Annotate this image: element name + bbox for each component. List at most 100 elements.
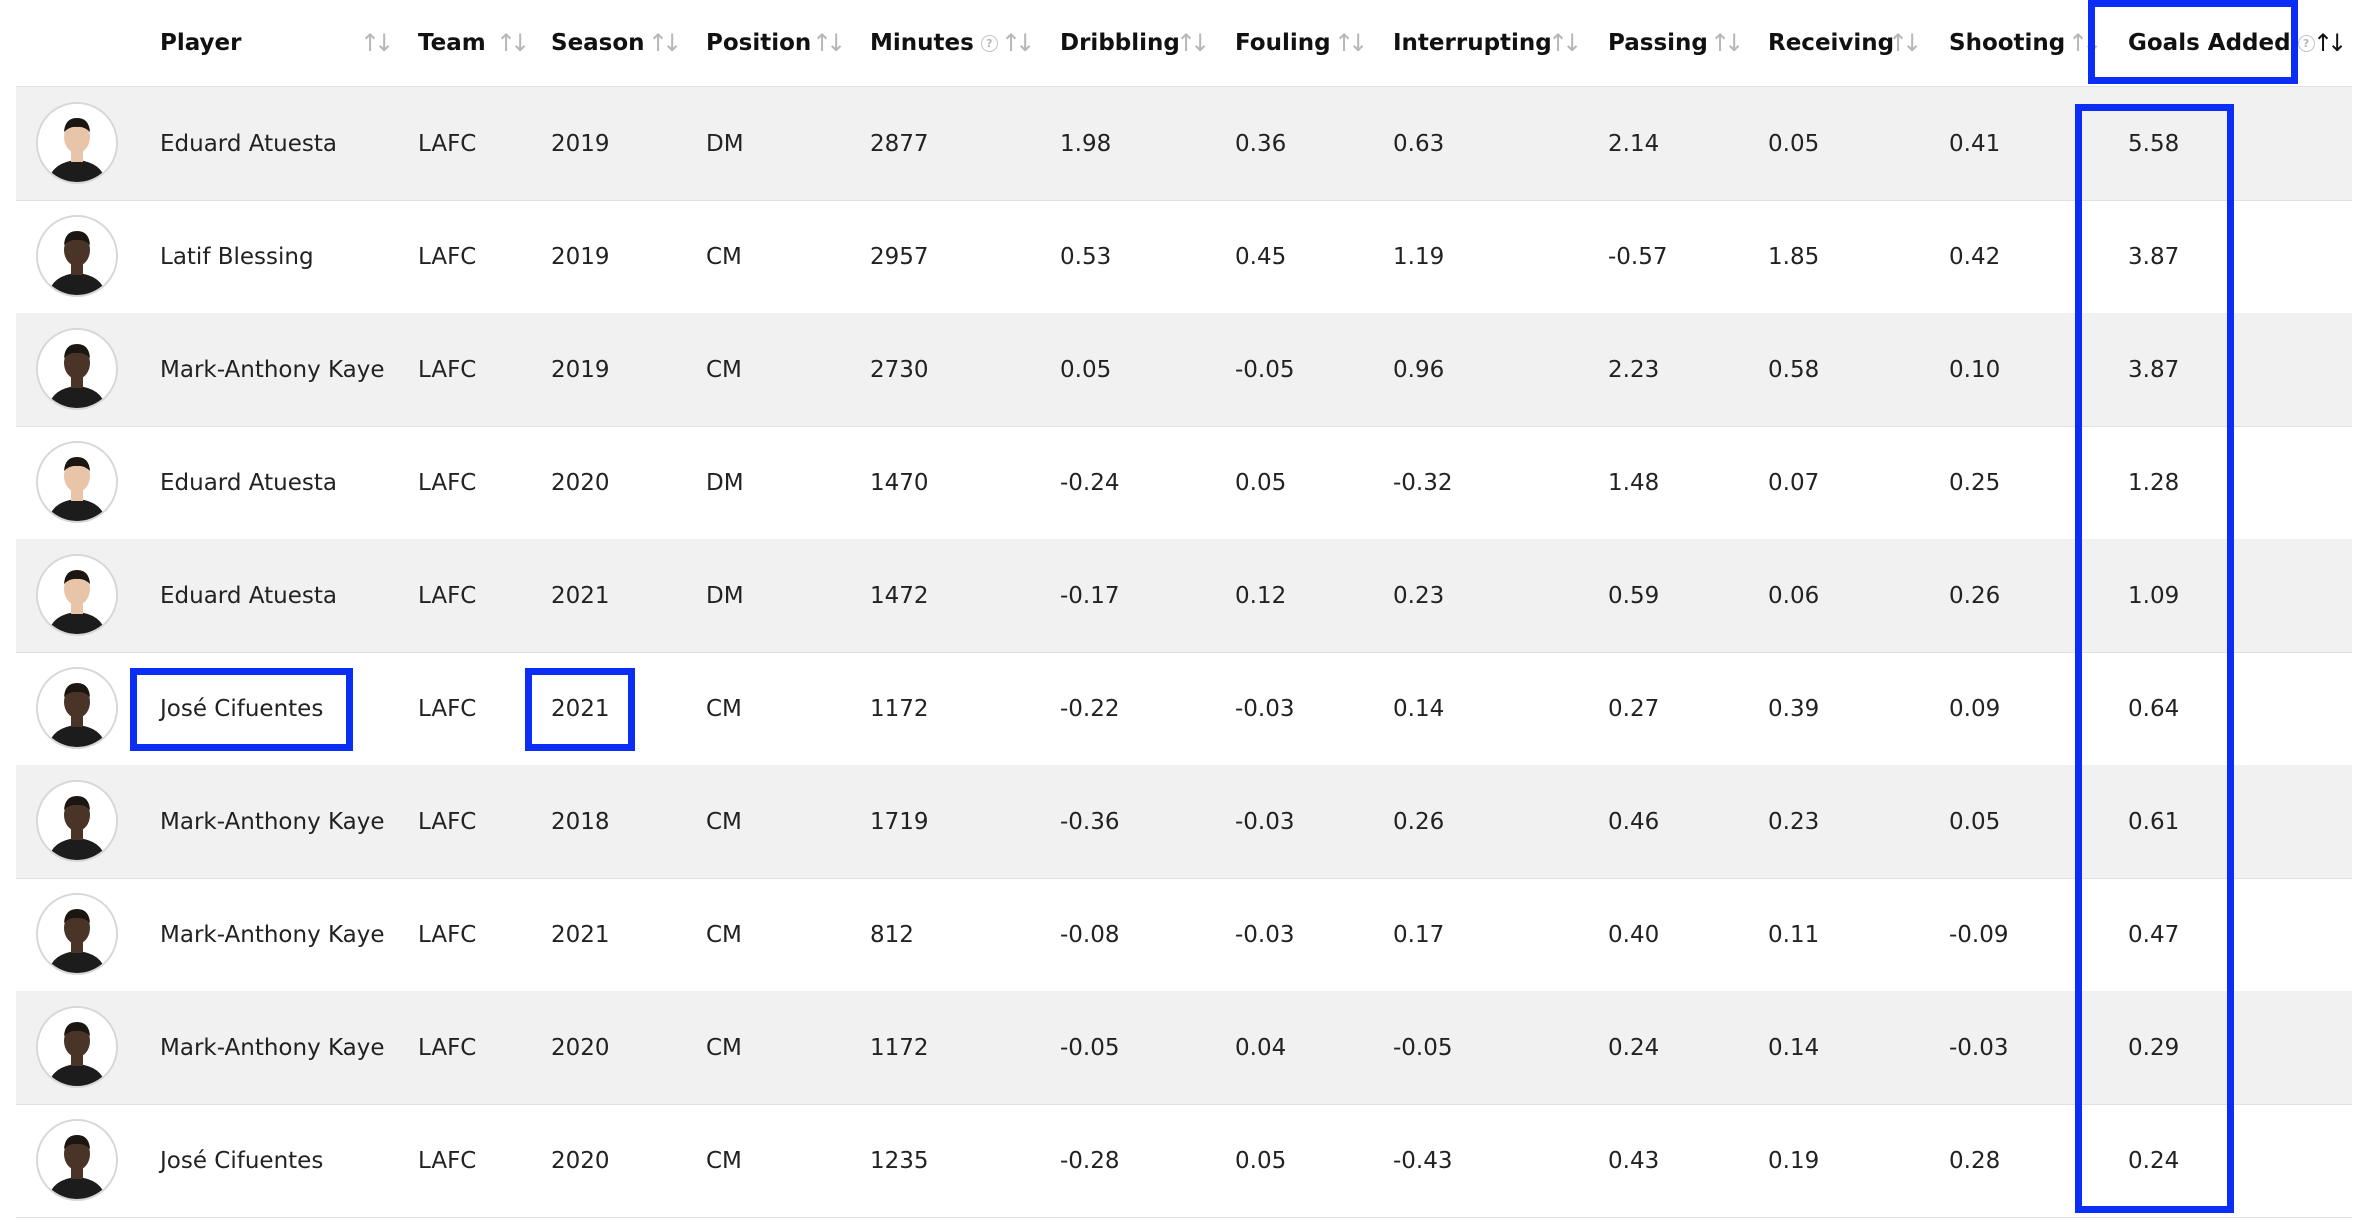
cell-player[interactable]: José Cifuentes: [160, 1104, 323, 1217]
cell-passing: 0.24: [1608, 1034, 1660, 1061]
cell-position: CM: [706, 356, 742, 383]
cell-player[interactable]: Eduard Atuesta: [160, 426, 337, 539]
column-header-position[interactable]: Position: [706, 0, 811, 86]
cell-season: 2019: [551, 243, 610, 270]
cell-minutes: 1472: [870, 582, 929, 609]
player-avatar: [36, 1006, 118, 1088]
cell-dribbling: 1.98: [1060, 130, 1112, 157]
table-row[interactable]: Mark-Anthony Kaye LAFC 2021 CM 812 -0.08 -0.03…: [16, 878, 2352, 992]
cell-player[interactable]: Mark-Anthony Kaye: [160, 878, 385, 991]
table-row[interactable]: Mark-Anthony Kaye LAFC 2020 CM 1172 -0.05 0.04…: [16, 991, 2352, 1105]
cell-goals-added: 0.47: [2128, 921, 2180, 948]
cell-season: 2021: [551, 582, 610, 609]
column-label: Passing: [1608, 30, 1708, 56]
table-row[interactable]: Latif Blessing LAFC 2019 CM 2957 0.53 0.45 1.19…: [16, 200, 2352, 314]
cell-season: 2021: [551, 695, 610, 722]
column-header-dribbling[interactable]: Dribbling: [1060, 0, 1180, 86]
column-header-player[interactable]: Player: [160, 0, 242, 86]
cell-team: LAFC: [418, 1034, 477, 1061]
column-label: Player: [160, 30, 242, 56]
cell-receiving: 1.85: [1768, 243, 1820, 270]
column-header-shooting[interactable]: Shooting: [1949, 0, 2065, 86]
cell-fouling: 0.04: [1235, 1034, 1287, 1061]
cell-season: 2020: [551, 1034, 610, 1061]
cell-season: 2021: [551, 921, 610, 948]
cell-fouling: -0.03: [1235, 808, 1295, 835]
player-avatar: [36, 328, 118, 410]
column-header-interrupting[interactable]: Interrupting: [1393, 0, 1552, 86]
cell-dribbling: -0.17: [1060, 582, 1120, 609]
cell-player[interactable]: Eduard Atuesta: [160, 539, 337, 652]
cell-dribbling: -0.05: [1060, 1034, 1120, 1061]
cell-passing: 0.40: [1608, 921, 1660, 948]
sort-icon[interactable]: ↑↓: [648, 0, 682, 86]
cell-team: LAFC: [418, 130, 477, 157]
table-row[interactable]: Mark-Anthony Kaye LAFC 2018 CM 1719 -0.36 -0.0…: [16, 765, 2352, 879]
cell-receiving: 0.06: [1768, 582, 1820, 609]
table-row[interactable]: Mark-Anthony Kaye LAFC 2019 CM 2730 0.05 -0.05…: [16, 313, 2352, 427]
table-row[interactable]: Eduard Atuesta LAFC 2020 DM 1470 -0.24 0.05 -0.…: [16, 426, 2352, 540]
column-header-receiving[interactable]: Receiving: [1768, 0, 1894, 86]
sort-icon[interactable]: ↑↓: [360, 0, 394, 86]
cell-receiving: 0.23: [1768, 808, 1820, 835]
cell-player[interactable]: Mark-Anthony Kaye: [160, 313, 385, 426]
cell-team: LAFC: [418, 356, 477, 383]
cell-dribbling: 0.53: [1060, 243, 1112, 270]
cell-position: CM: [706, 921, 742, 948]
cell-shooting: 0.41: [1949, 130, 2001, 157]
sort-icon[interactable]: ↑↓: [812, 0, 846, 86]
table-row[interactable]: José Cifuentes LAFC 2021 CM 1172 -0.22 -0.03 0.…: [16, 652, 2352, 766]
column-label: Receiving: [1768, 30, 1895, 56]
column-header-fouling[interactable]: Fouling: [1235, 0, 1331, 86]
cell-receiving: 0.11: [1768, 921, 1820, 948]
column-header-minutes[interactable]: Minutes?: [870, 0, 998, 86]
cell-player[interactable]: Eduard Atuesta: [160, 87, 337, 200]
cell-player[interactable]: Mark-Anthony Kaye: [160, 991, 385, 1104]
cell-minutes: 1470: [870, 469, 929, 496]
cell-dribbling: -0.22: [1060, 695, 1120, 722]
cell-player[interactable]: José Cifuentes: [160, 652, 323, 765]
cell-team: LAFC: [418, 921, 477, 948]
table-row[interactable]: José Cifuentes LAFC 2020 CM 1235 -0.28 0.05 -0.…: [16, 1104, 2352, 1218]
sort-icon[interactable]: ↑↓: [496, 0, 530, 86]
cell-interrupting: 0.23: [1393, 582, 1445, 609]
sort-icon[interactable]: ↑↓: [1334, 0, 1368, 86]
sort-icon[interactable]: ↑↓: [1548, 0, 1582, 86]
cell-dribbling: -0.36: [1060, 808, 1120, 835]
sort-icon[interactable]: ↑↓: [1001, 0, 1035, 86]
table-row[interactable]: Eduard Atuesta LAFC 2019 DM 2877 1.98 0.36 0.63…: [16, 87, 2352, 201]
column-header-passing[interactable]: Passing: [1608, 0, 1708, 86]
sort-icon[interactable]: ↑↓: [1888, 0, 1922, 86]
player-avatar: [36, 1119, 118, 1201]
sort-icon[interactable]: ↑↓: [1176, 0, 1210, 86]
sort-icon[interactable]: ↑↓: [2068, 0, 2102, 86]
cell-goals-added: 0.24: [2128, 1147, 2180, 1174]
table-header: Player ↑↓ Team ↑↓ Season ↑↓ Position ↑↓ Minutes?…: [16, 0, 2352, 88]
info-icon[interactable]: ?: [980, 34, 998, 52]
cell-goals-added: 3.87: [2128, 243, 2180, 270]
column-header-season[interactable]: Season: [551, 0, 645, 86]
column-header-goals-added[interactable]: Goals Added?: [2128, 0, 2315, 86]
cell-fouling: 0.12: [1235, 582, 1287, 609]
cell-interrupting: -0.05: [1393, 1034, 1453, 1061]
cell-player[interactable]: Latif Blessing: [160, 200, 314, 313]
cell-fouling: -0.03: [1235, 695, 1295, 722]
cell-fouling: 0.36: [1235, 130, 1287, 157]
cell-fouling: -0.03: [1235, 921, 1295, 948]
table-row[interactable]: Eduard Atuesta LAFC 2021 DM 1472 -0.17 0.12 0.2…: [16, 539, 2352, 653]
cell-fouling: 0.05: [1235, 1147, 1287, 1174]
column-header-team[interactable]: Team: [418, 0, 486, 86]
cell-shooting: 0.25: [1949, 469, 2001, 496]
sort-icon[interactable]: ↑↓: [2313, 0, 2347, 86]
cell-fouling: 0.45: [1235, 243, 1287, 270]
cell-receiving: 0.14: [1768, 1034, 1820, 1061]
column-label: Minutes: [870, 30, 974, 56]
cell-shooting: 0.10: [1949, 356, 2001, 383]
sort-icon[interactable]: ↑↓: [1710, 0, 1744, 86]
column-label: Position: [706, 30, 812, 56]
cell-player[interactable]: Mark-Anthony Kaye: [160, 765, 385, 878]
cell-dribbling: 0.05: [1060, 356, 1112, 383]
cell-position: CM: [706, 1147, 742, 1174]
cell-position: DM: [706, 469, 744, 496]
cell-season: 2020: [551, 1147, 610, 1174]
